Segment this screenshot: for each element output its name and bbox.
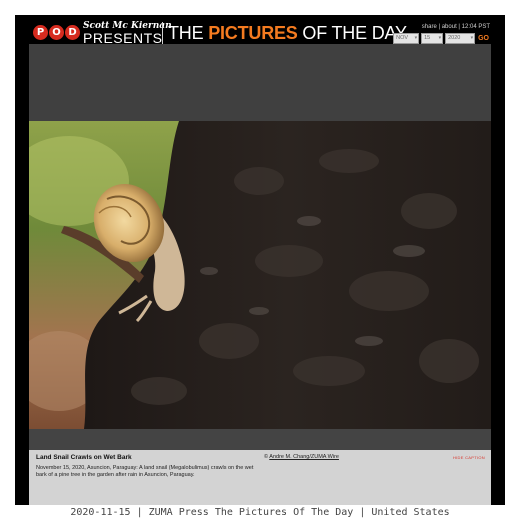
caption-title: Land Snail Crawls on Wet Bark — [36, 454, 132, 461]
credit-link[interactable]: Andre M. Chang/ZUMA Wire — [269, 454, 339, 460]
photo-of-the-day[interactable] — [29, 121, 491, 429]
header-divider — [162, 22, 163, 44]
ad-banner — [29, 44, 491, 121]
title-prefix: THE — [168, 23, 209, 43]
footer-text: 2020-11-15 | ZUMA Press The Pictures Of … — [70, 507, 450, 518]
title-highlight: PICTURES — [208, 23, 298, 43]
clock-text: 12:04 PST — [461, 24, 490, 30]
logo-letter: O — [49, 25, 64, 40]
title-suffix: OF THE DAY — [297, 23, 407, 43]
page-frame: P O D Scott Mc Kiernan PRESENTS THE PICT… — [15, 15, 505, 505]
page-title: THE PICTURES OF THE DAY — [168, 22, 407, 44]
snail-photo — [29, 121, 491, 429]
day-value: 15 — [424, 35, 431, 41]
date-selectors: NOV ▾ 15 ▾ 2020 ▾ GO — [393, 33, 489, 44]
top-links: share | about | 12:04 PST — [422, 24, 490, 30]
logo-letter: P — [33, 25, 48, 40]
go-button[interactable]: GO — [478, 35, 489, 42]
chevron-down-icon: ▾ — [414, 35, 418, 41]
year-value: 2020 — [448, 35, 461, 41]
day-select[interactable]: 15 ▾ — [421, 33, 444, 44]
hide-caption-button[interactable]: HIDE CAPTION — [453, 455, 485, 460]
chevron-down-icon: ▾ — [438, 35, 442, 41]
year-select[interactable]: 2020 ▾ — [445, 33, 476, 44]
brand-block: Scott Mc Kiernan PRESENTS — [83, 21, 172, 45]
caption-panel: Land Snail Crawls on Wet Bark November 1… — [29, 450, 491, 505]
photo-bottom-band — [29, 429, 491, 450]
about-link[interactable]: about — [442, 24, 457, 30]
brand-presents: PRESENTS — [83, 30, 163, 46]
caption-text: November 15, 2020, Asuncion, Paraguay: A… — [36, 465, 254, 478]
chevron-down-icon: ▾ — [470, 35, 474, 41]
month-select[interactable]: NOV ▾ — [393, 33, 420, 44]
month-value: NOV — [396, 35, 409, 41]
pod-logo[interactable]: P O D — [33, 25, 80, 40]
logo-letter: D — [65, 25, 80, 40]
share-link[interactable]: share — [422, 24, 437, 30]
photo-credit: © Andre M. Chang/ZUMA Wire — [264, 454, 339, 460]
